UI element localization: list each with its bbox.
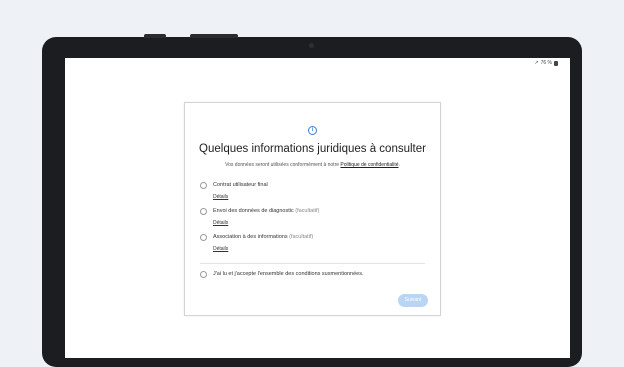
front-camera: [309, 43, 314, 48]
volume-button: [144, 34, 166, 38]
association-radio[interactable]: [200, 234, 207, 241]
signal-icon: ↗: [534, 60, 539, 66]
power-button: [190, 34, 238, 38]
subtitle-text: Vos données seront utilisées conformémen…: [225, 162, 341, 168]
association-optional: (facultatif): [287, 234, 314, 240]
diagnostic-radio[interactable]: [200, 208, 207, 215]
diagnostic-optional: (facultatif): [293, 208, 320, 214]
subtitle-period: .: [398, 162, 400, 168]
divider: [200, 263, 425, 264]
dialog-title: Quelques informations juridiques à consu…: [199, 143, 426, 155]
next-button[interactable]: Suivant: [398, 294, 428, 307]
eula-label: Contrat utilisateur final: [213, 182, 268, 188]
battery-icon: [554, 60, 558, 66]
accept-all-label: J'ai lu et j'accepte l'ensemble des cond…: [213, 271, 364, 277]
eula-radio[interactable]: [200, 182, 207, 189]
accept-all-radio[interactable]: [200, 271, 207, 278]
status-bar: ↗ 76 %: [534, 60, 558, 66]
privacy-policy-link[interactable]: Politique de confidentialité: [340, 162, 398, 168]
diagnostic-label-text: Envoi des données de diagnostic: [213, 208, 294, 214]
dialog-subtitle: Vos données seront utilisées conformémen…: [185, 162, 440, 168]
tablet-screen: ↗ 76 % i Quelques informations juridique…: [65, 58, 570, 358]
diagnostic-label: Envoi des données de diagnostic (faculta…: [213, 208, 319, 214]
association-details-link[interactable]: Détails: [213, 246, 228, 252]
association-label-text: Association à des informations: [213, 234, 288, 240]
info-icon: i: [308, 126, 317, 135]
legal-info-dialog: i Quelques informations juridiques à con…: [184, 102, 441, 316]
eula-label-text: Contrat utilisateur final: [213, 182, 268, 188]
battery-level: 76 %: [540, 60, 552, 66]
association-label: Association à des informations (facultat…: [213, 234, 313, 240]
eula-details-link[interactable]: Détails: [213, 194, 228, 200]
diagnostic-details-link[interactable]: Détails: [213, 220, 228, 226]
